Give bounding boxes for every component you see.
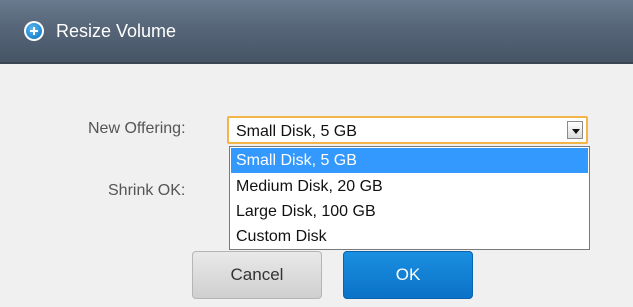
chevron-down-icon[interactable] [567, 121, 583, 139]
dialog-titlebar: Resize Volume [0, 0, 633, 64]
cancel-button[interactable]: Cancel [192, 251, 322, 299]
offering-option-small-disk[interactable]: Small Disk, 5 GB [231, 148, 588, 173]
plus-circle-icon [24, 21, 44, 41]
offering-dropdown-list: Small Disk, 5 GB Medium Disk, 20 GB Larg… [229, 146, 590, 250]
dialog-title: Resize Volume [56, 21, 177, 41]
new-offering-label: New Offering: [88, 120, 186, 137]
selected-offering-value: Small Disk, 5 GB [236, 123, 357, 140]
new-offering-select[interactable]: Small Disk, 5 GB [227, 116, 588, 144]
ok-button[interactable]: OK [343, 251, 473, 299]
offering-option-medium-disk[interactable]: Medium Disk, 20 GB [231, 174, 588, 199]
offering-option-large-disk[interactable]: Large Disk, 100 GB [231, 199, 588, 224]
resize-volume-dialog: Resize Volume New Offering: Shrink OK: S… [0, 0, 633, 307]
offering-option-custom-disk[interactable]: Custom Disk [231, 224, 588, 249]
shrink-ok-label: Shrink OK: [108, 182, 186, 199]
